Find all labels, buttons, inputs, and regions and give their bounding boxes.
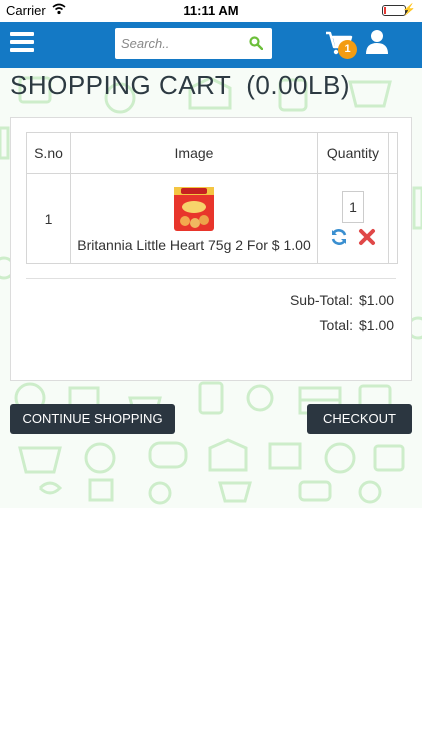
subtotal-row: Sub-Total: $1.00 — [289, 292, 395, 308]
user-icon[interactable] — [366, 29, 388, 55]
clock: 11:11 AM — [183, 3, 239, 18]
search-input[interactable] — [121, 32, 236, 54]
remove-icon[interactable] — [358, 228, 376, 246]
row-product-cell: Britannia Little Heart 75g 2 For $ 1.00 — [70, 173, 318, 264]
product-name[interactable]: Britannia Little Heart 75g 2 For $ 1.00 — [71, 237, 317, 253]
cart-table: S.no Image Quantity 1 Britannia Little H… — [26, 132, 398, 264]
column-header-sno: S.no — [26, 132, 71, 174]
total-value: $1.00 — [359, 317, 395, 333]
divider — [26, 278, 396, 279]
checkout-button[interactable]: CHECKOUT — [307, 404, 412, 434]
page-title: SHOPPING CART (0.00LB) — [10, 70, 350, 100]
total-label: Total: — [319, 317, 353, 333]
subtotal-value: $1.00 — [359, 292, 395, 308]
row-extra-cell — [388, 173, 398, 264]
refresh-icon[interactable] — [330, 228, 348, 246]
status-bar: Carrier 11:11 AM ⚡ — [0, 0, 422, 22]
column-header-quantity: Quantity — [317, 132, 389, 174]
quantity-input[interactable] — [342, 191, 364, 223]
search-box — [115, 28, 272, 59]
total-row: Total: $1.00 — [319, 317, 395, 333]
column-header-extra — [388, 132, 398, 174]
row-sno: 1 — [26, 173, 71, 264]
charging-icon: ⚡ — [402, 4, 416, 16]
subtotal-label: Sub-Total: — [289, 292, 353, 308]
table-header-row: S.no Image Quantity — [26, 132, 398, 174]
continue-shopping-button[interactable]: CONTINUE SHOPPING — [10, 404, 175, 434]
column-header-image: Image — [70, 132, 318, 174]
product-image[interactable] — [171, 185, 217, 233]
row-quantity-cell — [317, 173, 389, 264]
search-icon[interactable] — [249, 36, 263, 50]
app-header: 1 — [0, 22, 422, 68]
quantity-actions — [318, 228, 388, 246]
cart-panel: S.no Image Quantity 1 Britannia Little H… — [10, 117, 412, 381]
table-row: 1 Britannia Little Heart 75g 2 For $ 1.0… — [26, 173, 398, 264]
menu-icon[interactable] — [10, 32, 34, 54]
cart-count-badge: 1 — [338, 40, 357, 59]
